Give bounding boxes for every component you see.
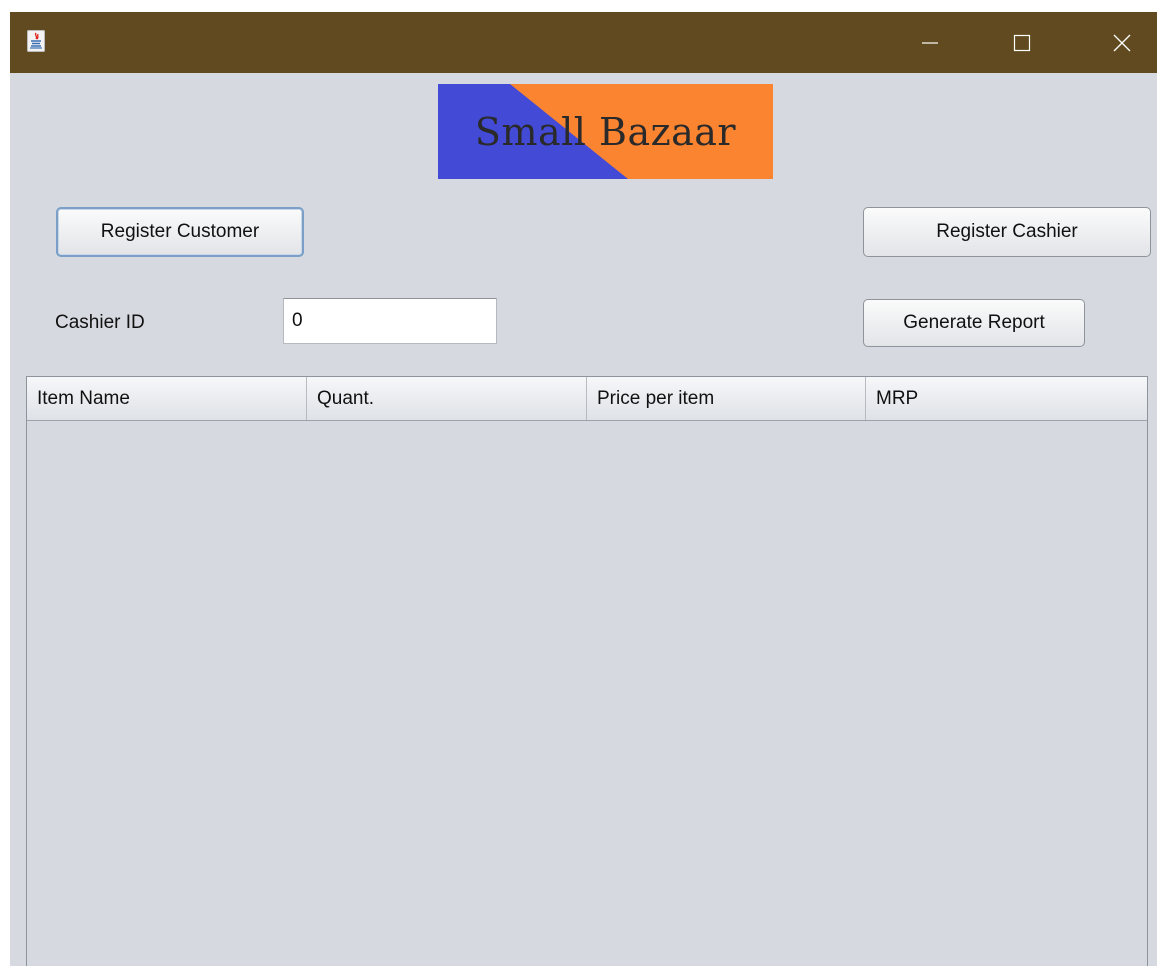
maximize-button[interactable] <box>993 12 1051 73</box>
register-cashier-button[interactable]: Register Cashier <box>863 207 1151 257</box>
close-icon <box>1113 34 1131 51</box>
minimize-icon <box>922 41 938 44</box>
column-header-mrp[interactable]: MRP <box>866 377 1147 420</box>
store-logo-banner: Small Bazaar <box>438 84 773 179</box>
title-bar[interactable] <box>10 12 1157 73</box>
maximize-icon <box>1013 34 1031 51</box>
java-icon[interactable] <box>27 30 45 52</box>
column-header-price-per-item[interactable]: Price per item <box>587 377 866 420</box>
column-header-quantity[interactable]: Quant. <box>307 377 587 420</box>
app-window: Small Bazaar Register Customer Register … <box>10 12 1157 966</box>
table-header: Item Name Quant. Price per item MRP <box>27 377 1147 421</box>
cashier-id-input[interactable] <box>283 298 497 344</box>
close-button[interactable] <box>1093 12 1151 73</box>
table-body[interactable] <box>27 421 1147 966</box>
store-name: Small Bazaar <box>474 109 737 154</box>
register-customer-button[interactable]: Register Customer <box>56 207 304 257</box>
generate-report-button[interactable]: Generate Report <box>863 299 1085 347</box>
cashier-id-label: Cashier ID <box>55 312 145 333</box>
items-table[interactable]: Item Name Quant. Price per item MRP <box>26 376 1148 966</box>
minimize-button[interactable] <box>901 12 959 73</box>
column-header-item-name[interactable]: Item Name <box>27 377 307 420</box>
